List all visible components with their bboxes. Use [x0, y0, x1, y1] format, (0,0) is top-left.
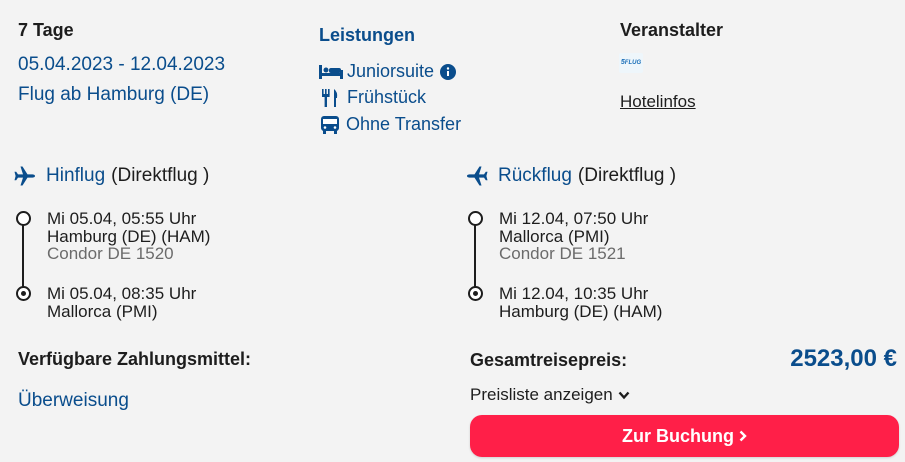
- total-price-label: Gesamtreisepreis:: [470, 350, 628, 370]
- chevron-down-icon: [618, 391, 630, 399]
- return-arrival: Mi 12.04, 10:35 Uhr Hamburg (DE) (HAM): [499, 285, 662, 320]
- return-flight-number: Condor DE 1521: [499, 244, 626, 263]
- bus-icon: [321, 115, 339, 134]
- outbound-flight-number: Condor DE 1520: [47, 244, 174, 263]
- airplane-icon: [14, 166, 35, 186]
- service-label-transfer: Ohne Transfer: [346, 114, 462, 134]
- return-departure-marker: [468, 211, 483, 226]
- outbound-arrival: Mi 05.04, 08:35 Uhr Mallorca (PMI): [47, 285, 196, 320]
- chevron-right-icon: [739, 430, 747, 442]
- outbound-label: Hinflug: [46, 165, 106, 186]
- trip-dates: 05.04.2023 - 12.04.2023: [18, 54, 226, 75]
- booking-button[interactable]: Zur Buchung: [470, 415, 899, 457]
- pricelist-toggle[interactable]: Preisliste anzeigen: [470, 385, 630, 405]
- return-arr-airport: Hamburg (DE) (HAM): [499, 301, 663, 321]
- return-type: (Direktflug ): [577, 165, 677, 186]
- airplane-icon: [467, 166, 488, 186]
- hotel-info-link[interactable]: Hotelinfos: [620, 92, 696, 112]
- service-label-meal: Frühstück: [347, 87, 427, 107]
- service-item-meal: Frühstück: [319, 87, 426, 108]
- service-item-room: Juniorsuite: [319, 61, 460, 82]
- info-icon[interactable]: [440, 63, 457, 80]
- return-label: Rückflug: [498, 165, 572, 186]
- return-dep-airport: Mallorca (PMI): [499, 226, 610, 246]
- trip-duration: 7 Tage: [18, 20, 74, 40]
- cutlery-icon: [322, 88, 338, 107]
- trip-origin: Flug ab Hamburg (DE): [18, 84, 210, 105]
- outbound-header: Hinflug (Direktflug ): [14, 165, 209, 187]
- bed-icon: [319, 64, 343, 79]
- outbound-departure: Mi 05.04, 05:55 Uhr Hamburg (DE) (HAM) C…: [47, 210, 210, 263]
- payment-method: Überweisung: [18, 390, 129, 411]
- service-label-room: Juniorsuite: [347, 61, 435, 81]
- return-dep-time: Mi 12.04, 07:50 Uhr: [499, 209, 649, 228]
- outbound-arr-time: Mi 05.04, 08:35 Uhr: [47, 284, 197, 303]
- services-title: Leistungen: [319, 25, 416, 45]
- outbound-arrival-marker: [16, 286, 31, 301]
- outbound-dep-airport: Hamburg (DE) (HAM): [47, 226, 211, 246]
- outbound-type: (Direktflug ): [111, 165, 210, 186]
- outbound-dep-time: Mi 05.04, 05:55 Uhr: [47, 209, 197, 228]
- service-item-transfer: Ohne Transfer: [319, 114, 461, 135]
- return-header: Rückflug (Direktflug ): [466, 165, 676, 187]
- return-departure: Mi 12.04, 07:50 Uhr Mallorca (PMI) Condo…: [499, 210, 648, 263]
- return-arrival-marker: [468, 286, 483, 301]
- operator-title: Veranstalter: [620, 20, 724, 40]
- outbound-timeline: [22, 223, 24, 289]
- booking-button-label: Zur Buchung: [622, 425, 734, 446]
- return-arr-time: Mi 12.04, 10:35 Uhr: [499, 284, 649, 303]
- return-timeline: [474, 223, 476, 289]
- total-price: 2523,00 €: [790, 345, 897, 372]
- pricelist-label: Preisliste anzeigen: [470, 385, 613, 404]
- payment-title: Verfügbare Zahlungsmittel:: [18, 349, 252, 369]
- outbound-departure-marker: [16, 211, 31, 226]
- outbound-arr-airport: Mallorca (PMI): [47, 301, 158, 321]
- operator-logo: 5FLUG: [619, 53, 643, 73]
